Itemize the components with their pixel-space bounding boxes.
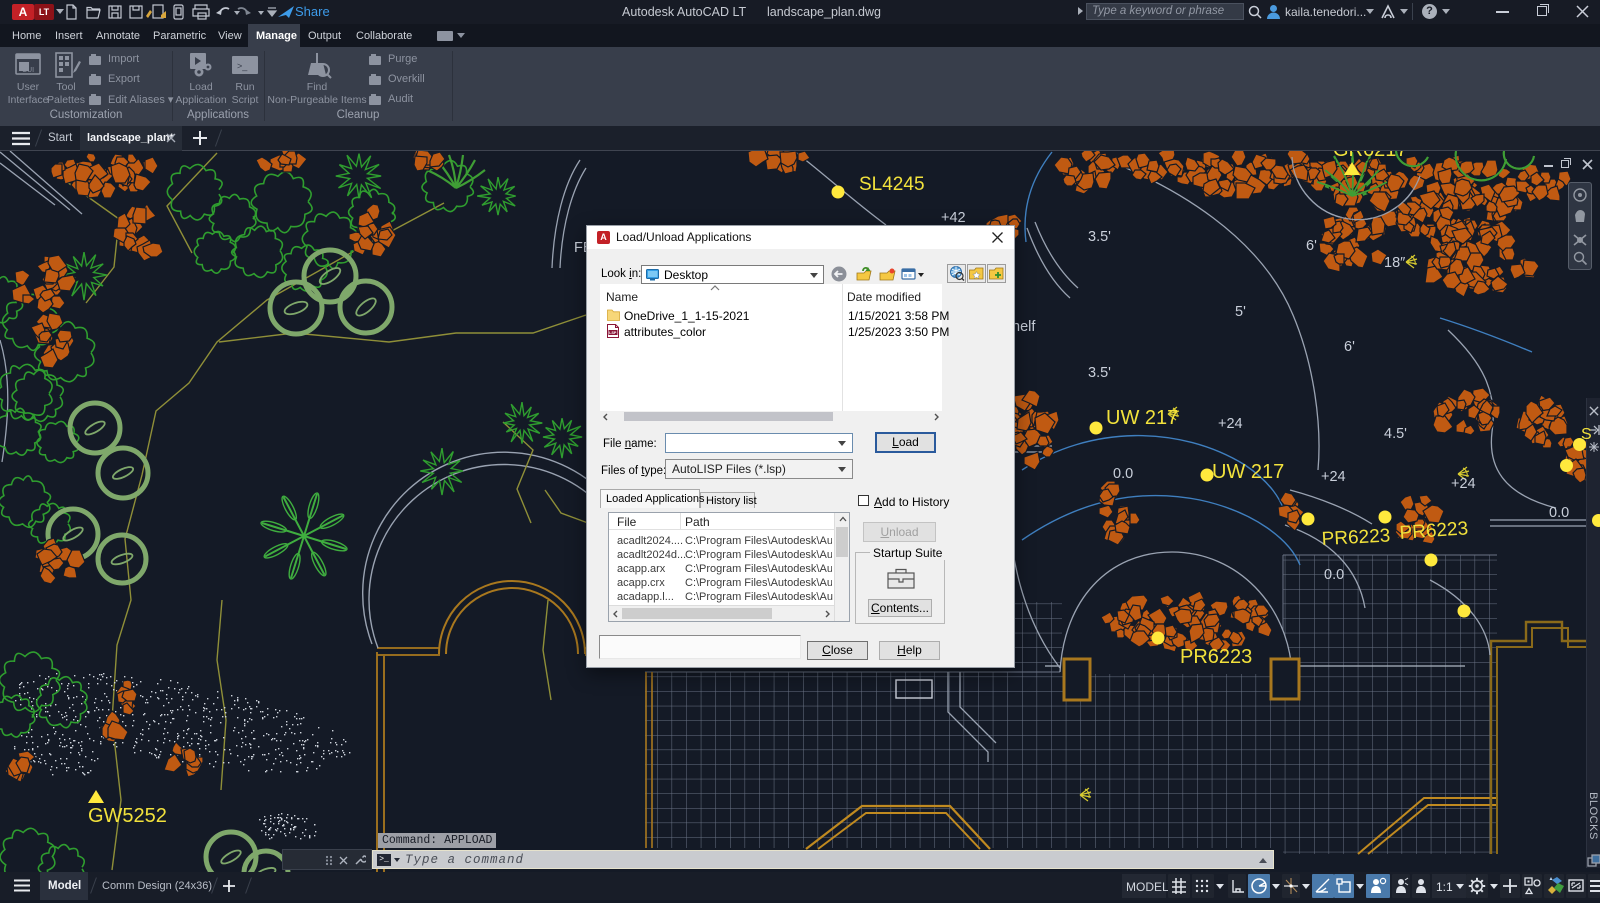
svg-text:6': 6' <box>1306 238 1317 254</box>
svg-text:SL4245: SL4245 <box>859 174 925 195</box>
svg-text:PR6223: PR6223 <box>1399 518 1469 544</box>
svg-text:GR6217: GR6217 <box>1333 151 1408 161</box>
svg-text:0.0: 0.0 <box>1113 466 1133 482</box>
svg-text:UW 217: UW 217 <box>1212 461 1284 483</box>
svg-text:+24: +24 <box>1451 476 1476 492</box>
svg-text:+42: +42 <box>941 210 966 226</box>
svg-text:0.0: 0.0 <box>1324 567 1344 583</box>
svg-text:3.5': 3.5' <box>1088 229 1111 245</box>
svg-text:5': 5' <box>1235 304 1246 320</box>
svg-text:0.0: 0.0 <box>1549 505 1569 521</box>
svg-text:>_: >_ <box>237 61 248 71</box>
svg-text:PR6223: PR6223 <box>1321 525 1391 550</box>
svg-text:GW5252: GW5252 <box>88 805 167 827</box>
svg-text:18″: 18″ <box>1384 255 1405 271</box>
svg-text:+24: +24 <box>1321 469 1346 485</box>
svg-text:LSP: LSP <box>609 331 617 335</box>
svg-text:UW 217: UW 217 <box>1106 407 1178 429</box>
svg-text:helf: helf <box>1012 319 1036 335</box>
svg-text:6': 6' <box>1344 339 1355 355</box>
svg-text:CUI: CUI <box>22 67 34 74</box>
svg-text:PR6223: PR6223 <box>1180 646 1252 668</box>
svg-text:4.5': 4.5' <box>1384 426 1407 442</box>
svg-text:3.5': 3.5' <box>1088 365 1111 381</box>
svg-text:+24: +24 <box>1218 416 1243 432</box>
